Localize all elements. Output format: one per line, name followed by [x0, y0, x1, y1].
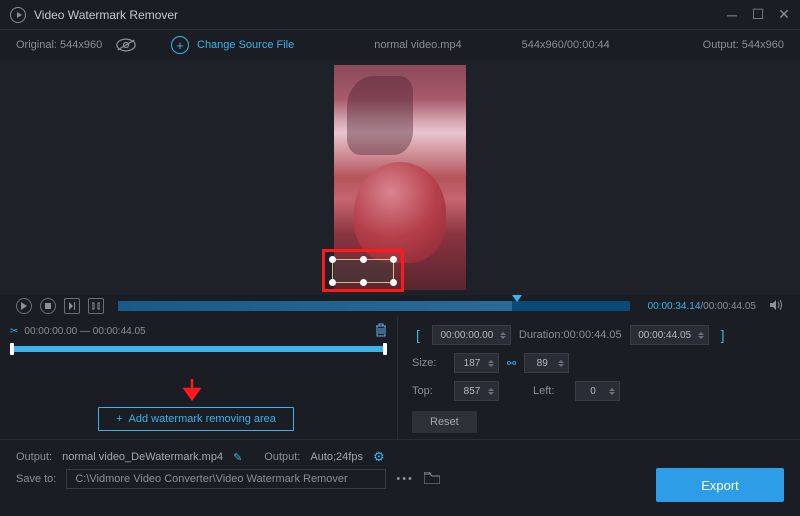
settings-icon[interactable]: ⚙ [373, 449, 385, 465]
annotation-arrow-icon [181, 377, 203, 406]
change-source-label: Change Source File [197, 39, 294, 51]
play-button[interactable] [16, 298, 32, 314]
segment-track[interactable] [10, 346, 387, 352]
size-width-input[interactable]: 187 [454, 353, 499, 373]
reset-button[interactable]: Reset [412, 411, 477, 433]
trim-start-bracket[interactable]: [ [412, 325, 424, 345]
trim-end-bracket[interactable]: ] [717, 325, 729, 345]
snapshot-button[interactable] [88, 298, 104, 314]
output-filename: normal video_DeWatermark.mp4 [62, 451, 223, 463]
size-height-input[interactable]: 89 [524, 353, 569, 373]
rename-icon[interactable]: ✎ [233, 451, 242, 464]
size-label: Size: [412, 357, 446, 369]
delete-segment-icon[interactable] [375, 323, 387, 340]
output-dims-label: Output: 544x960 [703, 39, 784, 51]
plus-circle-icon: + [171, 36, 189, 54]
add-watermark-area-button[interactable]: + Add watermark removing area [98, 407, 294, 431]
top-label: Top: [412, 385, 446, 397]
playhead-icon[interactable] [512, 295, 522, 302]
left-input[interactable]: 0 [575, 381, 620, 401]
app-icon [10, 7, 26, 23]
output-format: Auto;24fps [310, 451, 363, 463]
titlebar: Video Watermark Remover ─ ☐ ✕ [0, 0, 800, 30]
left-label: Left: [533, 385, 567, 397]
minimize-button[interactable]: ─ [726, 9, 738, 21]
plus-icon: + [116, 413, 122, 425]
volume-icon[interactable] [770, 299, 784, 314]
browse-button[interactable]: ••• [396, 473, 414, 485]
original-label: Original: 544x960 [16, 39, 102, 51]
link-aspect-icon[interactable]: ⚯ [507, 357, 516, 370]
playback-time: 00:00:34.14/00:00:44.05 [648, 301, 756, 312]
infobar: Original: 544x960 + Change Source File n… [0, 30, 800, 60]
output-file-label: Output: [16, 451, 52, 463]
maximize-button[interactable]: ☐ [752, 9, 764, 21]
preview-area[interactable] [0, 60, 800, 295]
open-folder-icon[interactable] [424, 472, 440, 487]
timeline-scrubber[interactable] [118, 301, 630, 311]
change-source-button[interactable]: + Change Source File [171, 36, 294, 54]
app-title: Video Watermark Remover [34, 8, 726, 22]
time-end-input[interactable]: 00:00:44.05 [630, 325, 709, 345]
playback-controls: 00:00:34.14/00:00:44.05 [0, 295, 800, 317]
export-button[interactable]: Export [656, 468, 784, 502]
annotation-highlight-box [322, 249, 404, 292]
segment-times: ✂00:00:00.00 — 00:00:44.05 [10, 326, 146, 337]
time-start-input[interactable]: 00:00:00.00 [432, 325, 511, 345]
preview-toggle-icon[interactable] [116, 38, 136, 52]
filename-label: normal video.mp4 [374, 39, 461, 51]
segments-panel: ✂00:00:00.00 — 00:00:44.05 + Add waterma… [0, 317, 398, 439]
scissors-icon: ✂ [10, 326, 18, 337]
stop-button[interactable] [40, 298, 56, 314]
top-input[interactable]: 857 [454, 381, 499, 401]
output-format-label: Output: [264, 451, 300, 463]
params-panel: [ 00:00:00.00 Duration:00:00:44.05 00:00… [398, 317, 800, 439]
dims-time-label: 544x960/00:00:44 [522, 39, 610, 51]
duration-label: Duration:00:00:44.05 [519, 329, 622, 341]
save-path-field[interactable]: C:\Vidmore Video Converter\Video Waterma… [66, 469, 386, 489]
add-area-label: Add watermark removing area [129, 413, 276, 425]
close-button[interactable]: ✕ [778, 9, 790, 21]
step-forward-button[interactable] [64, 298, 80, 314]
save-to-label: Save to: [16, 473, 56, 485]
